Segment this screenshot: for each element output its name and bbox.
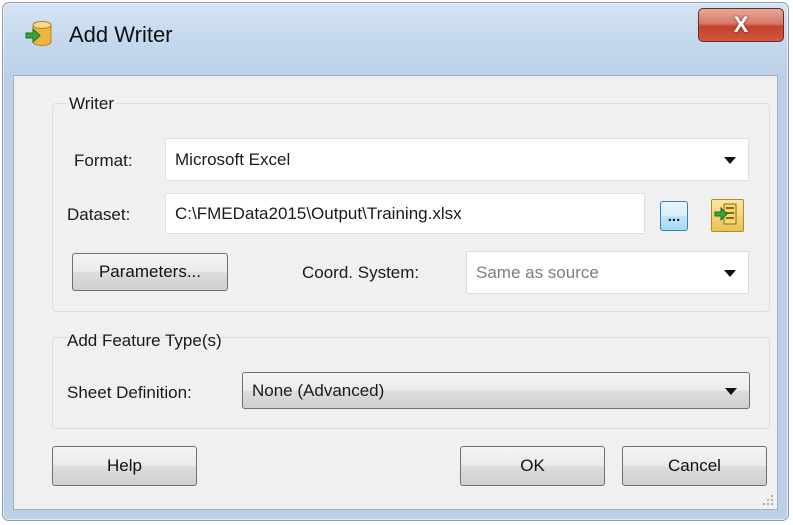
chevron-down-icon — [724, 269, 736, 277]
close-button[interactable]: X — [698, 8, 784, 42]
close-icon: X — [733, 12, 749, 37]
coord-system-dropdown[interactable]: Same as source — [466, 251, 749, 294]
dataset-field[interactable]: C:\FMEData2015\Output\Training.xlsx — [165, 193, 645, 234]
chevron-down-icon — [724, 156, 736, 164]
chevron-down-icon — [725, 387, 737, 395]
dataset-label: Dataset: — [67, 205, 131, 224]
writer-group-title: Writer — [67, 94, 117, 114]
resize-grip-icon[interactable] — [762, 494, 774, 506]
window-title: Add Writer — [69, 22, 173, 47]
coord-system-value: Same as source — [476, 262, 599, 282]
sheet-definition-value: None (Advanced) — [252, 380, 385, 400]
help-button[interactable]: Help — [52, 446, 197, 486]
format-dropdown[interactable]: Microsoft Excel — [165, 138, 749, 181]
dataset-parameters-icon[interactable] — [711, 199, 744, 232]
coord-system-label: Coord. System: — [302, 263, 420, 282]
parameters-button[interactable]: Parameters... — [72, 253, 228, 291]
cancel-button[interactable]: Cancel — [622, 446, 767, 486]
title-bar[interactable]: Add Writer X — [3, 3, 788, 75]
database-add-icon — [25, 21, 52, 46]
dataset-path: C:\FMEData2015\Output\Training.xlsx — [175, 203, 462, 223]
format-value: Microsoft Excel — [175, 149, 291, 169]
add-writer-dialog: Add Writer X Writer Format: Microsoft Ex… — [2, 2, 789, 521]
dataset-parameters-glyph — [714, 203, 737, 225]
ok-button[interactable]: OK — [460, 446, 605, 486]
sheet-definition-label: Sheet Definition: — [67, 383, 192, 402]
browse-dataset-button[interactable]: ... — [660, 201, 688, 231]
format-label: Format: — [74, 151, 133, 170]
sheet-definition-dropdown[interactable]: None (Advanced) — [242, 372, 750, 409]
feature-type-group-title: Add Feature Type(s) — [67, 331, 222, 350]
dialog-body: Writer Format: Microsoft Excel Dataset: … — [13, 75, 778, 510]
